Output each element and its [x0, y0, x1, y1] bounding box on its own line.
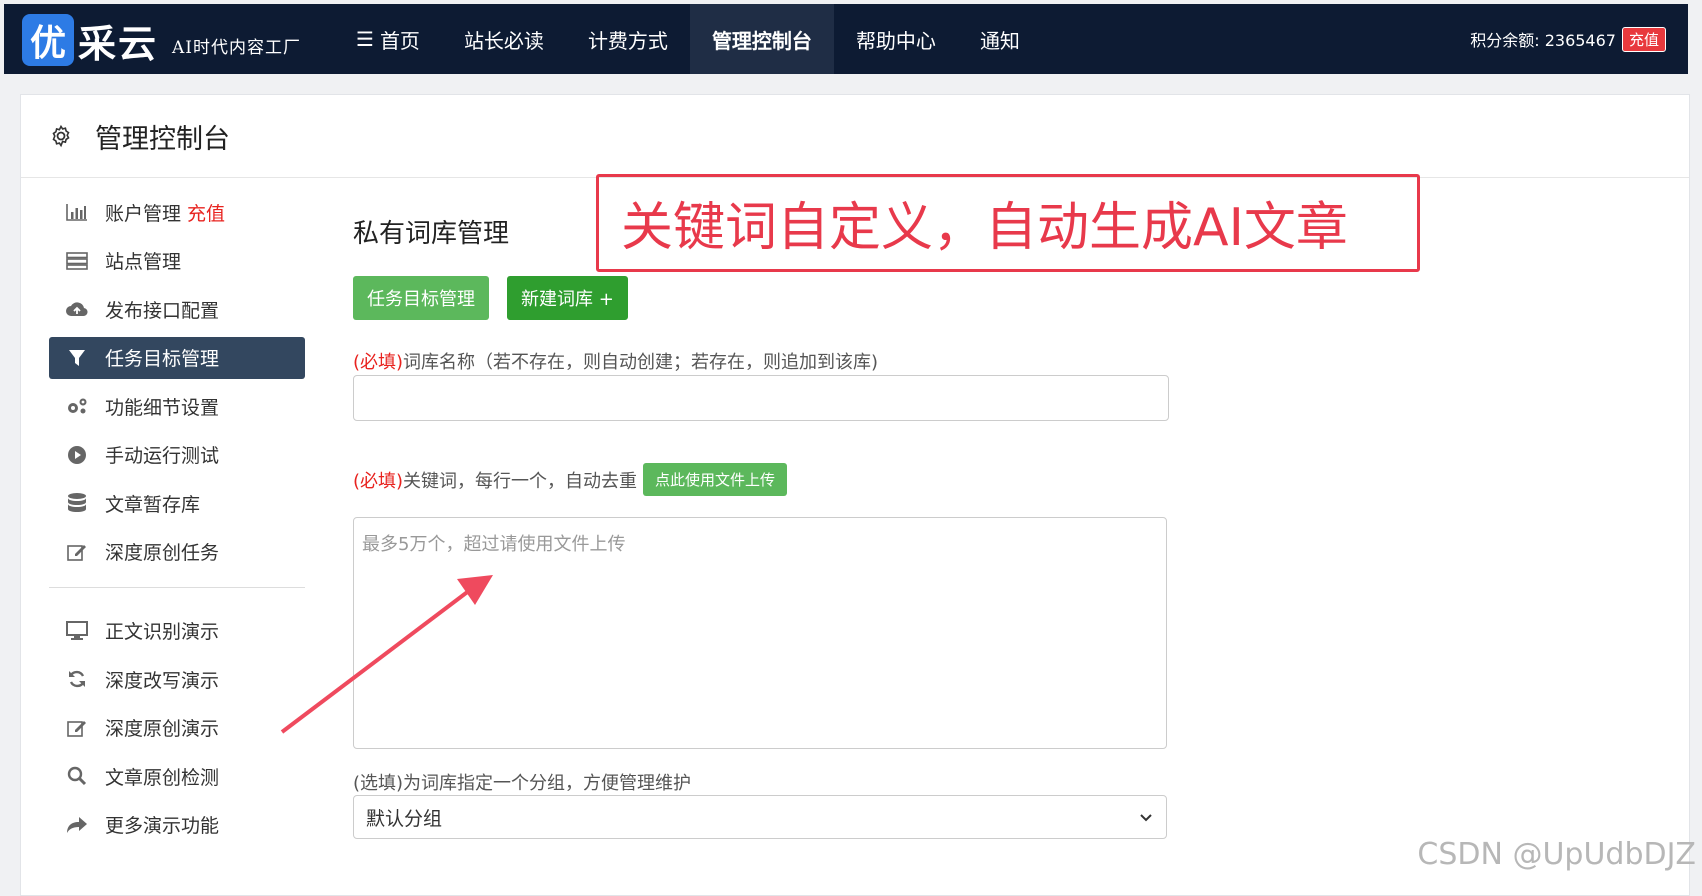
new-library-button[interactable]: 新建词库 +	[507, 276, 628, 320]
play-circle-icon	[65, 444, 89, 466]
sidebar-item-label: 账户管理	[105, 202, 182, 225]
sidebar-item-deep-original-demo[interactable]: 深度原创演示	[49, 707, 305, 749]
bar-chart-icon	[65, 201, 89, 223]
group-label: (选填)为词库指定一个分组，方便管理维护	[353, 773, 692, 794]
sidebar-item-label: 深度原创任务	[105, 542, 220, 564]
watermark: CSDN @UpUdbDJZ	[1417, 837, 1696, 872]
nav-help[interactable]: 帮助中心	[834, 4, 958, 74]
sidebar-item-label: 站点管理	[105, 251, 182, 273]
gear-icon	[52, 124, 70, 148]
share-icon	[65, 814, 89, 836]
database-icon	[65, 492, 89, 514]
top-navbar: 优 采云 AI时代内容工厂 ☰ 首页 站长必读 计费方式 管理控制台 帮助中心 …	[4, 4, 1688, 74]
sidebar-item-account[interactable]: 账户管理 充值	[49, 191, 305, 233]
monitor-icon	[65, 620, 89, 642]
menu-icon: ☰	[356, 27, 374, 51]
annotation-callout-text: 关键词自定义，自动生成AI文章	[621, 198, 1348, 258]
file-upload-button[interactable]: 点此使用文件上传	[643, 463, 788, 496]
sidebar-item-body-recognition-demo[interactable]: 正文识别演示	[49, 610, 305, 652]
sidebar-item-label: 功能细节设置	[105, 396, 220, 419]
sidebar-item-label: 正文识别演示	[105, 621, 220, 643]
logo-slogan: AI时代内容工厂	[172, 37, 302, 58]
refresh-icon	[65, 668, 89, 690]
logo-mark: 优	[22, 14, 74, 66]
sidebar-item-deep-original-task[interactable]: 深度原创任务	[49, 531, 305, 573]
points-balance: 积分余额: 2365467 充值	[1470, 4, 1666, 74]
nav-notice-label: 通知	[979, 28, 1020, 53]
sidebar-item-manual-run[interactable]: 手动运行测试	[49, 434, 305, 476]
edit-icon	[65, 541, 89, 563]
library-name-label-text: 词库名称（若不存在，则自动创建；若存在，则追加到该库)	[403, 352, 879, 373]
sidebar-item-more-demos[interactable]: 更多演示功能	[49, 804, 305, 846]
required-tag: (必填)	[353, 470, 404, 492]
panel-header: 管理控制台	[21, 95, 1689, 178]
task-target-button[interactable]: 任务目标管理	[353, 276, 489, 320]
sidebar-item-deep-rewrite-demo[interactable]: 深度改写演示	[49, 658, 305, 700]
sidebar-item-label: 手动运行测试	[105, 445, 220, 467]
nav-home[interactable]: ☰ 首页	[334, 4, 442, 74]
sidebar-item-label: 文章暂存库	[105, 493, 201, 516]
sidebar-item-label: 更多演示功能	[105, 815, 220, 837]
sidebar-item-originality-check[interactable]: 文章原创检测	[49, 755, 305, 797]
keywords-placeholder: 最多5万个，超过请使用文件上传	[362, 534, 626, 555]
nav-must-read[interactable]: 站长必读	[442, 4, 566, 74]
sidebar-item-publish-api[interactable]: 发布接口配置	[49, 288, 305, 330]
library-name-input[interactable]	[353, 375, 1169, 421]
group-select[interactable]: 默认分组	[353, 795, 1167, 839]
logo[interactable]: 优 采云 AI时代内容工厂	[22, 14, 301, 66]
logo-wordmark: 采云	[78, 20, 159, 66]
sidebar-item-task-target[interactable]: 任务目标管理	[49, 336, 305, 379]
recharge-button[interactable]: 充值	[1621, 26, 1666, 52]
nav-pricing-label: 计费方式	[587, 28, 668, 53]
sidebar-item-feature-settings[interactable]: 功能细节设置	[49, 385, 305, 427]
nav-pricing[interactable]: 计费方式	[566, 4, 690, 74]
sidebar-item-label: 任务目标管理	[105, 348, 220, 370]
page-title: 管理控制台	[95, 123, 230, 155]
main-nav: ☰ 首页 站长必读 计费方式 管理控制台 帮助中心 通知	[334, 4, 1042, 74]
library-name-label: (必填)词库名称（若不存在，则自动创建；若存在，则追加到该库)	[353, 348, 878, 374]
required-tag: (必填)	[353, 352, 404, 373]
cloud-upload-icon	[65, 298, 89, 320]
sidebar-recharge-link[interactable]: 充值	[187, 199, 225, 226]
section-title: 私有词库管理	[353, 219, 510, 249]
keywords-label: (必填) 关键词，每行一个，自动去重 点此使用文件上传	[353, 463, 788, 496]
nav-notice[interactable]: 通知	[958, 4, 1042, 74]
sidebar-item-label: 深度改写演示	[105, 669, 220, 692]
filter-icon	[65, 347, 89, 369]
action-buttons: 任务目标管理 新建词库 +	[353, 276, 646, 320]
nav-home-label: 首页	[379, 28, 420, 53]
server-icon	[65, 250, 89, 272]
sidebar-item-label: 深度原创演示	[105, 718, 220, 740]
points-balance-text: 积分余额: 2365467	[1470, 31, 1616, 50]
sidebar-divider	[49, 586, 305, 588]
sidebar-item-label: 发布接口配置	[105, 299, 220, 322]
sidebar-item-label: 文章原创检测	[105, 766, 220, 789]
cogs-icon	[65, 395, 89, 417]
nav-help-label: 帮助中心	[855, 28, 936, 53]
sidebar: 账户管理 充值 站点管理 发布接口配置 任务目标管理 功能细节设置 手动运行测试…	[49, 191, 305, 852]
search-icon	[65, 765, 89, 787]
edit-icon	[65, 717, 89, 739]
keywords-label-text: 关键词，每行一个，自动去重	[403, 470, 638, 492]
chevron-down-icon	[1140, 814, 1152, 822]
sidebar-item-sites[interactable]: 站点管理	[49, 240, 305, 282]
nav-console-label: 管理控制台	[711, 28, 812, 53]
sidebar-item-article-store[interactable]: 文章暂存库	[49, 482, 305, 524]
nav-console[interactable]: 管理控制台	[689, 4, 834, 74]
group-selected-value: 默认分组	[366, 807, 443, 830]
annotation-callout: 关键词自定义，自动生成AI文章	[596, 174, 1420, 272]
keywords-textarea[interactable]: 最多5万个，超过请使用文件上传	[353, 517, 1167, 749]
nav-must-read-label: 站长必读	[463, 28, 544, 53]
